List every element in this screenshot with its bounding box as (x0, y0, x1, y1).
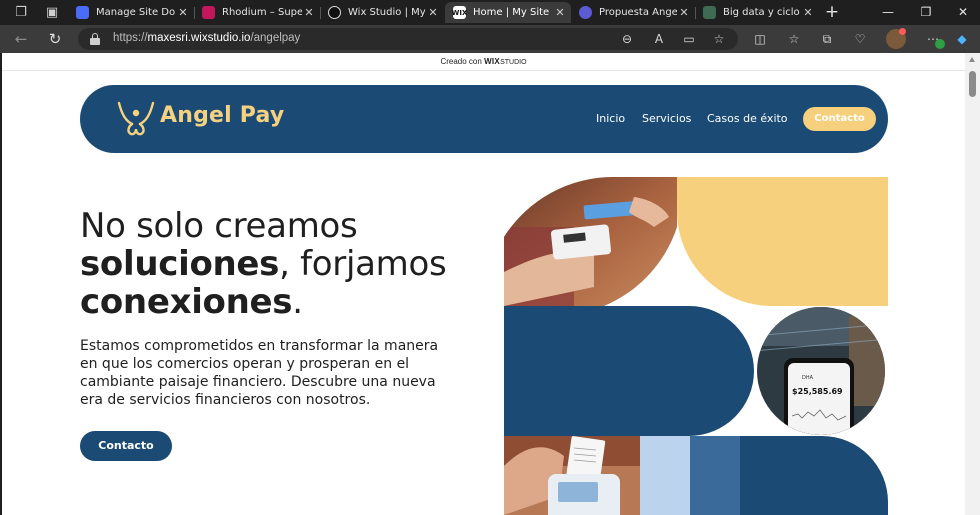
nav-inicio[interactable]: Inicio (596, 112, 625, 125)
wix-banner-brand: WIX (484, 57, 501, 66)
close-tab-icon[interactable]: ✕ (302, 6, 316, 19)
tab-rhodium[interactable]: Rhodium – Super ✕ (194, 2, 320, 23)
address-bar: ← ↻ https://maxesri.wixstudio.io/angelpa… (0, 25, 980, 53)
navy-corner-shape (740, 436, 888, 515)
workspaces-icon[interactable]: ❐ (12, 4, 30, 22)
tab-bar: ❐ ▣ Manage Site Dom ✕ Rhodium – Super ✕ … (0, 0, 980, 25)
tab-title: Propuesta Angel P (599, 7, 677, 18)
page-scrollbar[interactable] (965, 53, 980, 515)
immersive-reader-icon[interactable]: ▭ (681, 31, 697, 47)
close-tab-icon[interactable]: ✕ (426, 6, 440, 19)
split-screen-icon[interactable]: ◫ (752, 31, 768, 47)
hero-description: Estamos comprometidos en transformar la … (80, 338, 439, 408)
read-aloud-icon[interactable]: A (651, 31, 667, 47)
brand-name[interactable]: Angel Pay (160, 103, 284, 128)
close-tab-icon[interactable]: ✕ (553, 6, 567, 19)
tab-title: Big data y ciclo de (723, 7, 801, 18)
lock-icon (90, 33, 100, 45)
wix-banner[interactable]: Creado con WIXSTUDIO (2, 53, 965, 71)
new-tab-icon[interactable]: + (823, 2, 841, 22)
hero-mosaic: DHA $25,585.69 (504, 177, 888, 515)
wix-banner-prefix: Creado con (440, 57, 482, 66)
shield-favicon-icon (76, 6, 89, 19)
trading-app-photo: DHA $25,585.69 (757, 307, 885, 435)
navy-shape (504, 306, 754, 436)
page-viewport: Creado con WIXSTUDIO Angel Pay Inicio Se… (2, 53, 965, 515)
contact-button-header[interactable]: Contacto (803, 107, 876, 131)
close-tab-icon[interactable]: ✕ (677, 6, 691, 19)
hero-line-3-rest: . (292, 282, 303, 322)
tab-actions-icon[interactable]: ▣ (43, 4, 61, 22)
back-icon[interactable]: ← (12, 30, 30, 48)
angel-wings-logo-icon (117, 101, 155, 136)
tab-title: Wix Studio | My Si (348, 7, 426, 18)
collections-icon[interactable]: ⧉ (819, 31, 835, 47)
close-tab-icon[interactable]: ✕ (176, 6, 190, 19)
url-field[interactable]: https://maxesri.wixstudio.io/angelpay ⊖ … (78, 28, 738, 50)
receipt-terminal-photo (504, 436, 640, 515)
phone-balance: $25,585.69 (792, 387, 843, 396)
proposal-favicon-icon (579, 6, 592, 19)
wix-studio-favicon-icon (328, 6, 341, 19)
document-favicon-icon (703, 6, 716, 19)
close-tab-icon[interactable]: ✕ (801, 6, 815, 19)
close-window-icon[interactable]: ✕ (955, 4, 971, 20)
site-header: Angel Pay Inicio Servicios Casos de éxit… (80, 85, 888, 153)
hero-line-1: No solo creamos (80, 206, 358, 246)
phone-app-label: DHA (802, 375, 814, 381)
tab-wix-studio[interactable]: Wix Studio | My Si ✕ (320, 2, 444, 23)
restore-icon[interactable]: ❐ (918, 4, 934, 20)
nav-servicios[interactable]: Servicios (642, 112, 691, 125)
copilot-icon[interactable]: ◆ (954, 31, 970, 47)
tab-title: Home | My Site 1 (473, 7, 553, 18)
browser-essentials-icon[interactable]: ♡ (852, 31, 868, 47)
contact-button-hero[interactable]: Contacto (80, 431, 172, 461)
update-badge (935, 39, 945, 49)
scroll-up-icon[interactable] (969, 57, 975, 62)
favorites-icon[interactable]: ☆ (786, 31, 802, 47)
zoom-icon[interactable]: ⊖ (619, 31, 635, 47)
gold-shape (677, 177, 888, 306)
rhodium-favicon-icon (202, 6, 215, 19)
tab-manage-site[interactable]: Manage Site Dom ✕ (68, 2, 194, 23)
nav-casos-de-exito[interactable]: Casos de éxito (707, 112, 788, 125)
wix-favicon-icon: WIX (452, 6, 467, 19)
tab-propuesta[interactable]: Propuesta Angel P ✕ (571, 2, 695, 23)
hero-line-2-rest: , forjamos (279, 244, 447, 284)
notification-dot (899, 28, 906, 35)
hero-line-3-bold: conexiones (80, 282, 293, 322)
url-text[interactable]: https://maxesri.wixstudio.io/angelpay (113, 32, 300, 44)
blue-stripes (640, 436, 740, 515)
favorite-star-icon[interactable]: ☆ (711, 31, 727, 47)
hero-line-2-bold: soluciones (80, 244, 280, 284)
minimize-icon[interactable]: — (880, 4, 896, 20)
wix-banner-suffix: STUDIO (500, 59, 527, 66)
tab-title: Rhodium – Super (222, 7, 302, 18)
tab-big-data[interactable]: Big data y ciclo de ✕ (695, 2, 819, 23)
card-payment-photo (504, 177, 677, 306)
scrollbar-thumb[interactable] (969, 71, 976, 97)
tab-home-my-site[interactable]: WIX Home | My Site 1 ✕ (445, 2, 571, 23)
hero-heading: No solo creamos soluciones, forjamos con… (80, 207, 500, 321)
tab-title: Manage Site Dom (96, 7, 176, 18)
refresh-icon[interactable]: ↻ (46, 30, 64, 48)
